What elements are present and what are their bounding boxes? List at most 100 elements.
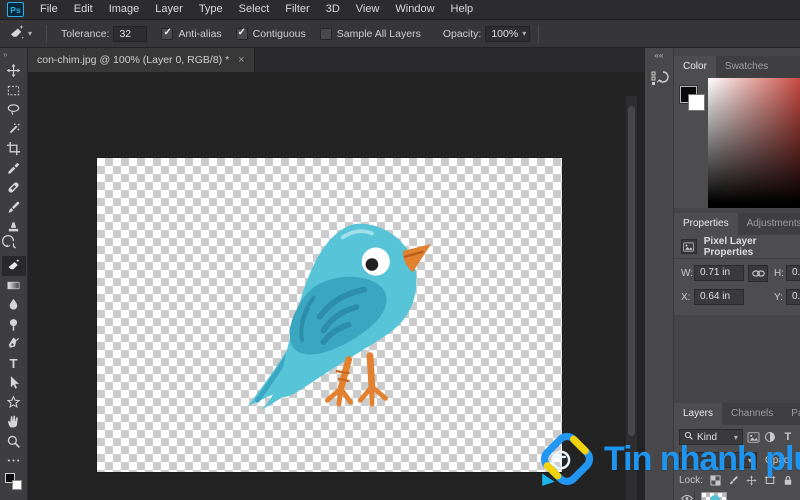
blend-mode-row: ▾ Opac <box>674 449 800 471</box>
history-brush-tool[interactable] <box>2 234 26 257</box>
menu-file[interactable]: File <box>32 0 66 19</box>
tab-channels[interactable]: Channels <box>722 403 782 425</box>
brush-tool[interactable] <box>2 198 26 218</box>
layer-row[interactable] <box>674 489 800 500</box>
tolerance-label: Tolerance: <box>61 27 110 40</box>
magic-eraser-icon <box>8 24 25 44</box>
history-brush-icon <box>2 234 21 254</box>
spot-healing-brush-tool[interactable] <box>2 178 26 198</box>
link-dimensions-icon[interactable] <box>748 265 768 282</box>
y-input[interactable]: 0. <box>786 289 800 305</box>
tab-adjustments[interactable]: Adjustments <box>738 213 800 235</box>
layers-panel-tabs: Layers Channels Paths <box>674 403 800 425</box>
x-label: X: <box>681 292 691 303</box>
history-panel-icon[interactable] <box>649 68 669 88</box>
tab-layers[interactable]: Layers <box>674 403 723 425</box>
filter-kind-dropdown[interactable]: Kind ▾ <box>679 429 743 445</box>
lock-all-padlock-icon[interactable] <box>781 472 795 488</box>
lock-artboard-icon[interactable] <box>763 472 777 488</box>
background-color-chip[interactable] <box>688 94 705 111</box>
close-icon[interactable]: × <box>238 54 244 66</box>
tab-color[interactable]: Color <box>674 56 716 78</box>
eyedropper-tool[interactable] <box>2 159 26 179</box>
menu-help[interactable]: Help <box>443 0 482 19</box>
checkbox-icon <box>161 27 174 40</box>
document-tab[interactable]: con-chim.jpg @ 100% (Layer 0, RGB/8) * × <box>28 48 255 72</box>
transform-fields: W: 0.71 in H: 0. X: 0.64 in Y: 0. <box>674 259 800 315</box>
opacity-dropdown[interactable]: 100% ▾ <box>485 25 531 42</box>
saturation-brightness-picker[interactable] <box>708 78 800 208</box>
sample-all-layers-label: Sample All Layers <box>336 27 421 40</box>
menu-select[interactable]: Select <box>231 0 278 19</box>
menu-type[interactable]: Type <box>191 0 231 19</box>
pen-tool[interactable] <box>2 334 26 354</box>
menu-image[interactable]: Image <box>101 0 148 19</box>
edit-toolbar-button[interactable] <box>2 451 26 471</box>
type-icon: T <box>9 355 18 371</box>
chevron-down-icon: ▾ <box>747 455 752 465</box>
lock-position-icon[interactable] <box>745 472 759 488</box>
height-input[interactable]: 0. <box>786 265 800 281</box>
photoshop-window: Ps File Edit Image Layer Type Select Fil… <box>0 0 800 500</box>
magic-eraser-tool[interactable] <box>1 256 26 276</box>
blur-tool[interactable] <box>2 295 26 315</box>
foreground-background-colors[interactable] <box>4 472 23 490</box>
move-tool[interactable] <box>2 61 26 81</box>
background-color-swatch[interactable] <box>11 479 22 490</box>
hand-tool[interactable] <box>2 412 26 432</box>
search-icon <box>684 431 693 443</box>
tab-paths[interactable]: Paths <box>782 403 800 425</box>
menu-view[interactable]: View <box>348 0 388 19</box>
lasso-tool[interactable] <box>2 100 26 120</box>
menu-window[interactable]: Window <box>387 0 442 19</box>
canvas[interactable] <box>97 158 562 472</box>
contiguous-checkbox[interactable]: Contiguous <box>235 27 306 40</box>
toolbar-collapse-button[interactable]: » <box>0 48 27 61</box>
pixel-layer-icon <box>681 239 697 254</box>
color-panel-swatches[interactable] <box>680 86 710 116</box>
dodge-tool[interactable] <box>2 315 26 335</box>
brush-icon <box>6 200 21 215</box>
layer-visibility-eye-icon[interactable] <box>679 491 695 500</box>
clone-stamp-tool[interactable] <box>2 217 26 237</box>
filter-adjustment-layers-icon[interactable] <box>763 429 777 445</box>
marquee-icon <box>6 83 21 98</box>
tolerance-input[interactable]: 32 <box>113 25 148 42</box>
custom-shape-tool[interactable] <box>2 393 26 413</box>
dodge-icon <box>6 317 21 332</box>
menu-filter[interactable]: Filter <box>277 0 317 19</box>
type-tool[interactable]: T <box>2 354 26 374</box>
width-input[interactable]: 0.71 in <box>694 265 744 281</box>
lock-transparency-icon[interactable] <box>709 472 723 488</box>
tool-preset-picker[interactable]: ▾ <box>0 24 38 44</box>
path-selection-tool[interactable] <box>2 373 26 393</box>
magic-wand-tool[interactable] <box>2 120 26 140</box>
chevron-down-icon: ▾ <box>733 432 738 442</box>
tab-swatches[interactable]: Swatches <box>716 56 777 78</box>
vertical-scrollbar[interactable] <box>626 96 637 500</box>
zoom-tool[interactable] <box>2 432 26 452</box>
sample-all-layers-checkbox[interactable]: Sample All Layers <box>319 27 421 40</box>
layers-panel-group: Layers Channels Paths Kind ▾ T <box>674 403 800 500</box>
menu-layer[interactable]: Layer <box>147 0 191 19</box>
ellipsis-icon <box>6 453 21 468</box>
rectangular-marquee-tool[interactable] <box>2 81 26 101</box>
menu-3d[interactable]: 3D <box>318 0 348 19</box>
contiguous-label: Contiguous <box>252 27 306 40</box>
blend-mode-dropdown[interactable]: ▾ <box>679 452 757 468</box>
collapse-panels-button[interactable]: «« <box>645 48 673 60</box>
crop-icon <box>6 141 21 156</box>
pen-nib-icon <box>6 336 21 351</box>
filter-type-layers-icon[interactable]: T <box>781 429 795 445</box>
layer-thumbnail[interactable] <box>701 492 727 500</box>
filter-pixel-layers-icon[interactable] <box>746 429 760 445</box>
menu-edit[interactable]: Edit <box>66 0 101 19</box>
anti-alias-checkbox[interactable]: Anti-alias <box>161 27 222 40</box>
lock-row: Lock: <box>674 471 800 489</box>
tab-properties[interactable]: Properties <box>674 213 738 235</box>
gradient-tool[interactable] <box>2 276 26 296</box>
scrollbar-thumb[interactable] <box>628 106 635 436</box>
crop-tool[interactable] <box>2 139 26 159</box>
lock-pixels-brush-icon[interactable] <box>727 472 741 488</box>
x-input[interactable]: 0.64 in <box>694 289 744 305</box>
